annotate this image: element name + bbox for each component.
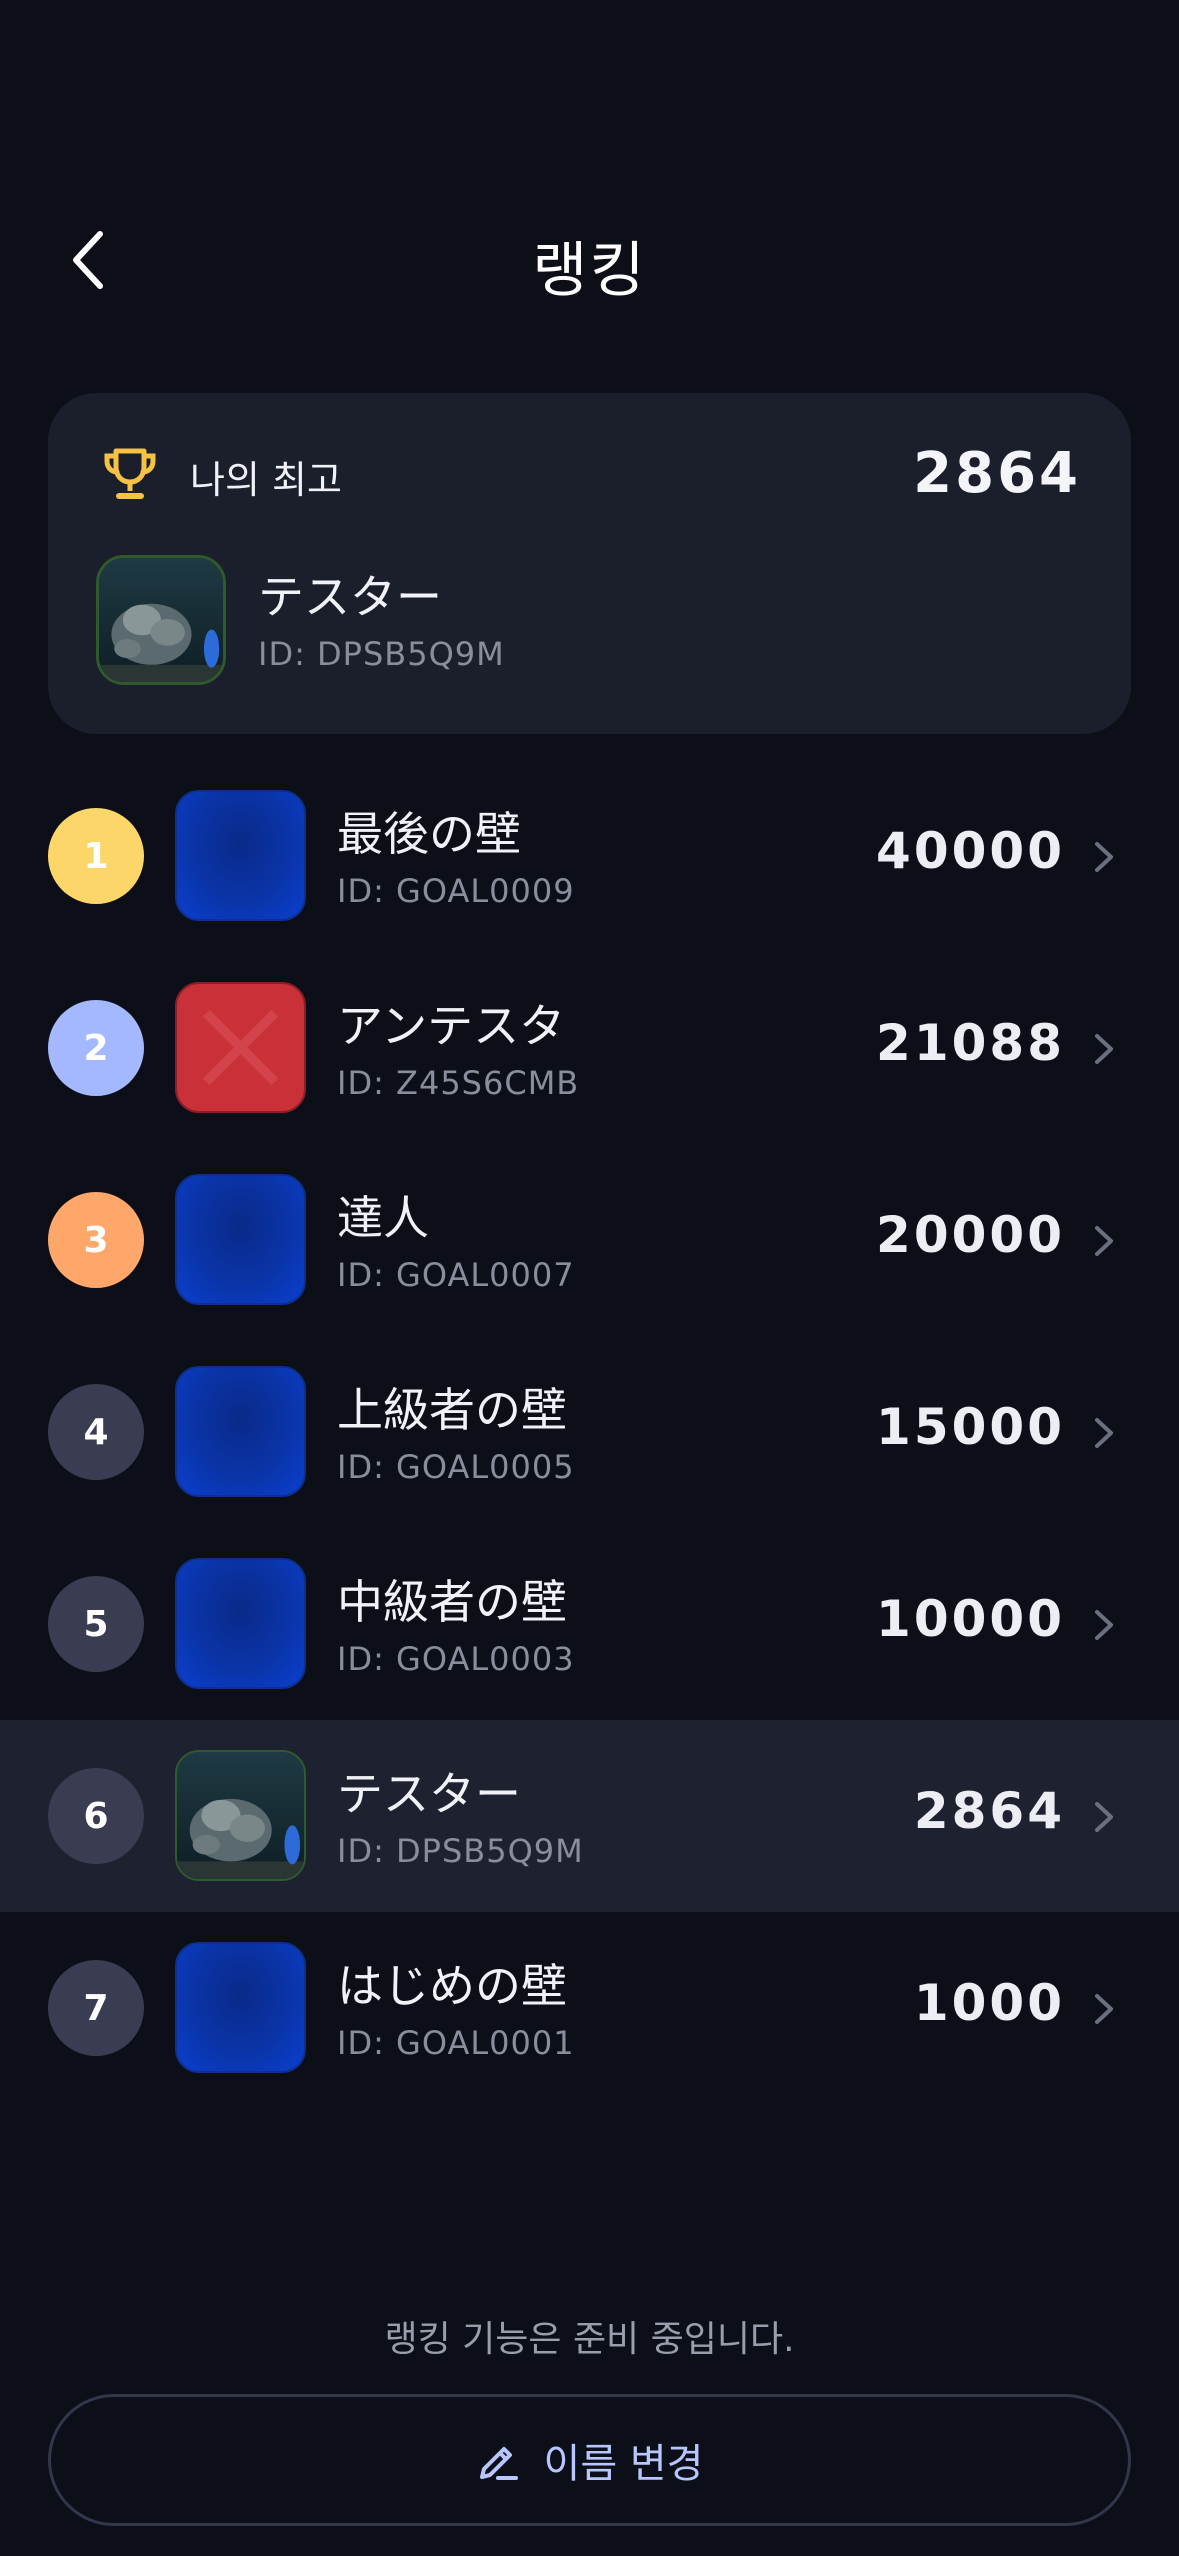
rename-button[interactable]: 이름 변경 (48, 2394, 1131, 2526)
header: 랭킹 (0, 200, 1179, 320)
chevron-right-icon (1095, 1226, 1113, 1256)
chevron-right-icon (1095, 1418, 1113, 1448)
avatar (175, 1366, 306, 1497)
ranking-screen: 랭킹 나의 최고 2864 テスター ID: DPSB5Q9M 1 最後の壁 I… (0, 0, 1179, 2556)
player-score: 40000 (876, 822, 1065, 880)
my-best-score: 2864 (913, 441, 1081, 506)
player-id: ID: GOAL0003 (337, 1640, 575, 1678)
ranking-row[interactable]: 5 中級者の壁 ID: GOAL0003 10000 (0, 1528, 1179, 1720)
my-best-card: 나의 최고 2864 テスター ID: DPSB5Q9M (48, 393, 1131, 734)
ranking-row[interactable]: 7 はじめの壁 ID: GOAL0001 1000 (0, 1912, 1179, 2104)
player-name: はじめの壁 (337, 1959, 567, 2013)
ranking-row[interactable]: 3 達人 ID: GOAL0007 20000 (0, 1144, 1179, 1336)
player-name: 最後の壁 (337, 807, 521, 861)
player-score: 10000 (876, 1590, 1065, 1648)
rank-badge: 5 (48, 1576, 144, 1672)
ranking-row-current-user[interactable]: 6 テスター ID: DPSB5Q9M 2864 (0, 1720, 1179, 1912)
my-best-name: テスター (258, 570, 442, 624)
avatar (175, 1750, 306, 1881)
player-id: ID: Z45S6CMB (337, 1064, 580, 1102)
chevron-right-icon (1095, 1802, 1113, 1832)
chevron-right-icon (1095, 842, 1113, 872)
trophy-icon (104, 448, 156, 499)
coming-soon-notice: 랭킹 기능은 준비 중입니다. (384, 2319, 795, 2360)
player-score: 15000 (876, 1398, 1065, 1456)
avatar (96, 555, 226, 685)
ranking-list: 1 最後の壁 ID: GOAL0009 40000 2 アンテスタ ID: Z4… (0, 760, 1179, 2104)
rank-badge: 6 (48, 1768, 144, 1864)
my-best-label: 나의 최고 (190, 458, 342, 502)
avatar (175, 1174, 306, 1305)
player-name: アンテスタ (337, 999, 566, 1053)
player-id: ID: GOAL0001 (337, 2024, 575, 2062)
avatar (175, 1558, 306, 1689)
player-score: 2864 (913, 1782, 1065, 1840)
player-id: ID: GOAL0005 (337, 1448, 575, 1486)
player-name: 中級者の壁 (337, 1575, 567, 1629)
player-id: ID: DPSB5Q9M (337, 1832, 584, 1870)
rename-button-label: 이름 변경 (543, 2441, 704, 2487)
player-score: 21088 (876, 1014, 1065, 1072)
pencil-icon (479, 2447, 518, 2480)
rank-badge: 7 (48, 1960, 144, 2056)
player-score: 20000 (876, 1206, 1065, 1264)
rank-badge: 1 (48, 808, 144, 904)
chevron-right-icon (1095, 1610, 1113, 1640)
rank-badge: 2 (48, 1000, 144, 1096)
rank-badge: 3 (48, 1192, 144, 1288)
player-name: 達人 (337, 1191, 429, 1245)
avatar (175, 790, 306, 921)
player-score: 1000 (913, 1974, 1065, 2032)
ranking-row[interactable]: 1 最後の壁 ID: GOAL0009 40000 (0, 760, 1179, 952)
player-name: 上級者の壁 (337, 1383, 567, 1437)
chevron-right-icon (1095, 1034, 1113, 1064)
avatar (175, 982, 306, 1113)
ranking-row[interactable]: 2 アンテスタ ID: Z45S6CMB 21088 (0, 952, 1179, 1144)
player-id: ID: GOAL0009 (337, 872, 575, 910)
player-id: ID: GOAL0007 (337, 1256, 575, 1294)
player-name: テスター (337, 1767, 521, 1821)
rank-badge: 4 (48, 1384, 144, 1480)
ranking-row[interactable]: 4 上級者の壁 ID: GOAL0005 15000 (0, 1336, 1179, 1528)
page-title: 랭킹 (532, 236, 647, 306)
my-best-id: ID: DPSB5Q9M (258, 635, 505, 673)
avatar (175, 1942, 306, 2073)
chevron-right-icon (1095, 1994, 1113, 2024)
